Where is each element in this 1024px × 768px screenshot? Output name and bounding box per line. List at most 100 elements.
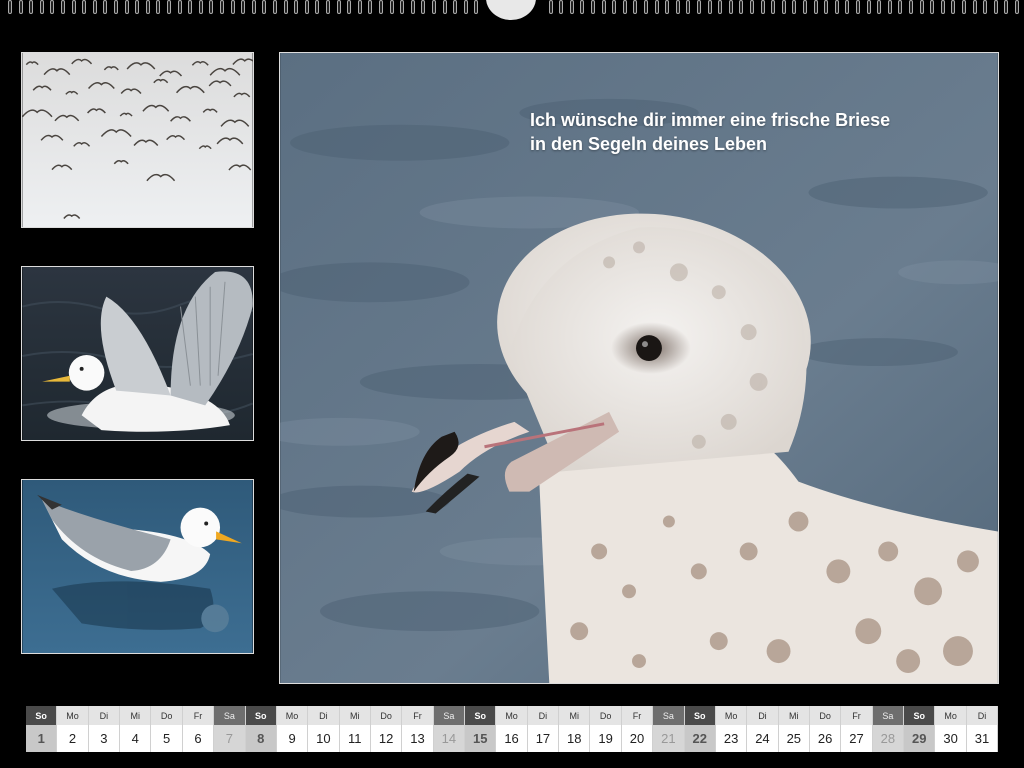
day-number: 11 (339, 725, 370, 752)
day-number: 31 (966, 725, 998, 752)
day-number: 26 (809, 725, 841, 752)
binding-ring (983, 0, 988, 14)
hanger-hole (486, 0, 536, 20)
calendar-day: Sa 7 (214, 706, 246, 752)
day-number: 28 (872, 725, 904, 752)
weekday-label: Do (809, 706, 841, 725)
binding-ring (368, 0, 373, 14)
day-number: 9 (276, 725, 308, 752)
binding-ring (336, 0, 341, 14)
binding-ring (400, 0, 405, 14)
weekday-label: So (684, 706, 715, 725)
binding-ring (188, 0, 193, 14)
binding-ring (665, 0, 670, 14)
day-number: 29 (904, 725, 935, 752)
day-number: 15 (465, 725, 496, 752)
binding-ring (750, 0, 754, 14)
binding-ring (993, 0, 998, 14)
calendar-day: Mo 30 (935, 706, 967, 752)
binding-ring (633, 0, 638, 14)
binding-ring (718, 0, 723, 14)
weekday-label: Di (747, 706, 778, 725)
seagull-spreading-wings-image (22, 267, 253, 440)
binding-ring (866, 0, 871, 14)
binding-ring (103, 0, 108, 14)
binding-ring (283, 0, 288, 14)
seagull-with-reflection-image (22, 480, 253, 653)
binding-ring (61, 0, 65, 14)
binding-ring (326, 0, 330, 14)
binding-ring (548, 0, 553, 14)
binding-ring (39, 0, 44, 14)
day-number: 25 (778, 725, 809, 752)
binding-ring (167, 0, 171, 14)
binding-ring (135, 0, 140, 14)
weekday-label: Mo (276, 706, 308, 725)
day-number: 6 (182, 725, 214, 752)
day-number: 24 (747, 725, 778, 752)
binding-ring (82, 0, 87, 14)
binding-ring (357, 0, 362, 14)
binding-ring (580, 0, 585, 14)
calendar-day: Mo 2 (57, 706, 89, 752)
calendar-day: Di 31 (966, 706, 999, 752)
binding-ring (18, 0, 23, 14)
day-number: 12 (370, 725, 402, 752)
binding-ring (453, 0, 458, 14)
binding-ring (813, 0, 818, 14)
calendar-day: Mi 4 (120, 706, 152, 752)
weekday-label: Mo (715, 706, 747, 725)
day-number: 19 (590, 725, 621, 752)
calendar-day: So 1 (26, 706, 58, 752)
weekday-label: So (465, 706, 496, 725)
binding-ring (442, 0, 447, 14)
weekday-label: Di (308, 706, 339, 725)
binding-ring (209, 0, 214, 14)
binding-ring (177, 0, 182, 14)
binding-ring (591, 0, 595, 14)
binding-ring (569, 0, 574, 14)
binding-ring (887, 0, 892, 14)
binding-ring (156, 0, 161, 14)
calendar-day: Do 12 (370, 706, 403, 752)
calendar-day: Mo 9 (276, 706, 309, 752)
binding-ring (781, 0, 786, 14)
calendar-quote: Ich wünsche dir immer eine frische Bries… (530, 108, 890, 156)
binding-ring (124, 0, 129, 14)
binding-ring (304, 0, 309, 14)
binding-ring (612, 0, 617, 14)
day-number: 17 (527, 725, 559, 752)
day-number: 5 (151, 725, 182, 752)
day-number: 16 (496, 725, 527, 752)
weekday-label: So (245, 706, 276, 725)
binding-ring (940, 0, 945, 14)
binding-ring (930, 0, 935, 14)
calendar-day: Do 26 (809, 706, 842, 752)
calendar-day: Di 10 (308, 706, 340, 752)
binding-ring (220, 0, 224, 14)
binding-ring (273, 0, 277, 14)
binding-ring (315, 0, 320, 14)
binding-ring (686, 0, 691, 14)
calendar-day: Sa 28 (872, 706, 905, 752)
binding-ring (198, 0, 203, 14)
binding-ring (856, 0, 860, 14)
weekday-label: Mi (339, 706, 370, 725)
binding-ring (251, 0, 256, 14)
binding-ring (230, 0, 235, 14)
weekday-label: Mi (120, 706, 151, 725)
weekday-label: Do (370, 706, 402, 725)
binding-ring (739, 0, 744, 14)
calendar-day: Sa 21 (653, 706, 685, 752)
calendar-day: So 8 (245, 706, 277, 752)
weekday-label: Sa (872, 706, 904, 725)
binding-ring (474, 0, 479, 14)
weekday-label: Do (590, 706, 621, 725)
binding-ring (601, 0, 606, 14)
binding-ring (697, 0, 701, 14)
thumb-reflection-photo (21, 479, 254, 654)
binding-ring (1015, 0, 1019, 14)
calendar-day: Mi 11 (339, 706, 371, 752)
binding-ring (71, 0, 76, 14)
calendar-day: Mo 23 (715, 706, 748, 752)
